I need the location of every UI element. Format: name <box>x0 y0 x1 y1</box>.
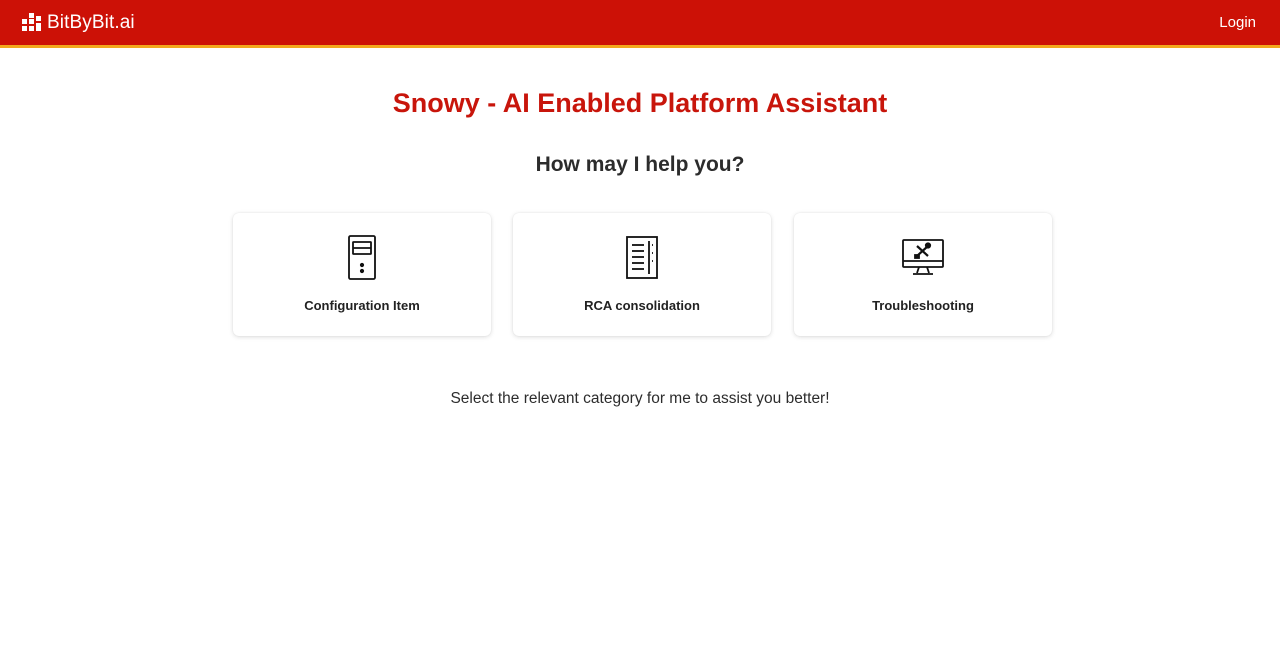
document-list-icon <box>513 235 771 281</box>
card-label: RCA consolidation <box>584 298 700 313</box>
category-card-troubleshooting[interactable]: Troubleshooting <box>794 213 1052 336</box>
brand-logo-link[interactable]: BitByBit.ai <box>22 9 135 37</box>
monitor-tools-icon <box>794 235 1052 281</box>
category-card-rca-consolidation[interactable]: RCA consolidation <box>513 213 771 336</box>
grid-logo-icon <box>22 13 41 31</box>
server-icon <box>233 235 491 281</box>
card-label: Configuration Item <box>304 298 420 313</box>
page-title: Snowy - AI Enabled Platform Assistant <box>392 88 888 118</box>
login-link[interactable]: Login <box>1219 14 1256 31</box>
top-navbar: BitByBit.ai Login <box>0 0 1280 48</box>
category-card-configuration-item[interactable]: Configuration Item <box>233 213 491 336</box>
card-label: Troubleshooting <box>872 298 974 313</box>
instruction-text: Select the relevant category for me to a… <box>450 390 830 407</box>
brand-name: BitByBit.ai <box>47 12 135 33</box>
page-subtitle: How may I help you? <box>535 153 745 176</box>
